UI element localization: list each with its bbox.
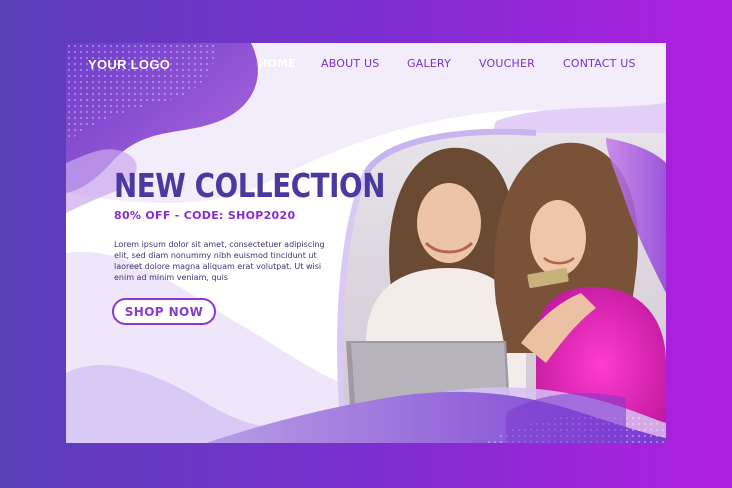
nav-galery[interactable]: GALERY	[407, 57, 451, 70]
promo-code: 80% OFF - CODE: SHOP2020	[114, 209, 296, 222]
landing-page: YOUR LOGO HOME ABOUT US GALERY VOUCHER C…	[66, 43, 666, 443]
nav-voucher[interactable]: VOUCHER	[479, 57, 535, 70]
hero-title: NEW COLLECTION	[114, 166, 385, 205]
hero-description: Lorem ipsum dolor sit amet, consectetuer…	[114, 240, 325, 282]
nav-contact-us[interactable]: CONTACT US	[563, 57, 636, 70]
nav-home[interactable]: HOME	[258, 57, 296, 70]
nav-about-us[interactable]: ABOUT US	[321, 57, 379, 70]
shop-now-button[interactable]: SHOP NOW	[112, 298, 216, 325]
main-nav: HOME ABOUT US GALERY VOUCHER CONTACT US	[66, 57, 666, 77]
